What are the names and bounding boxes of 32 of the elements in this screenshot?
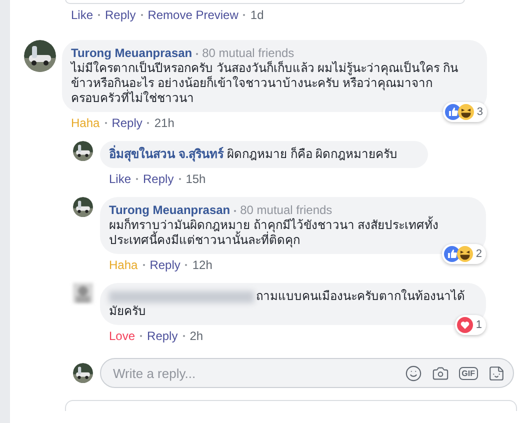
- timestamp[interactable]: 15h: [186, 172, 206, 186]
- reaction-badge[interactable]: 3: [442, 102, 487, 122]
- reaction-badge[interactable]: 1: [454, 315, 486, 335]
- action-link[interactable]: Reply: [150, 258, 180, 272]
- action-link[interactable]: Reply: [112, 116, 142, 130]
- mutual-friends: 80 mutual friends: [196, 46, 294, 61]
- gif-button[interactable]: GIF: [458, 366, 478, 380]
- reply-field[interactable]: Write a reply... GIF: [100, 358, 514, 388]
- author-name[interactable]: อิ่มสุขในสวน จ.สุรินทร์: [109, 147, 224, 161]
- author-name[interactable]: Turong Meuanprasan: [71, 46, 192, 61]
- reaction-count: 1: [476, 318, 482, 332]
- timestamp[interactable]: 21h: [154, 116, 174, 130]
- action-link[interactable]: Remove Preview: [148, 8, 238, 22]
- reaction-count: 2: [476, 246, 482, 262]
- reaction-link[interactable]: Love: [109, 329, 136, 343]
- timestamp[interactable]: 1d: [250, 8, 264, 22]
- sticker-icon[interactable]: [488, 364, 505, 382]
- action-link[interactable]: Reply: [105, 8, 136, 22]
- reaction-badge[interactable]: 2: [442, 244, 486, 264]
- reaction-count: 3: [476, 104, 483, 120]
- mutual-friends: 80 mutual friends: [234, 203, 332, 218]
- author-name[interactable]: Turong Meuanprasan: [109, 203, 230, 218]
- comment-text: ผมก็ทราบว่ามันผิดกฎหมาย ถ้าคุกมีไว้ขังชาวนา สงสัยประเทศทั้งประเทศนี้คงมีแต่ชาวนานั้นละที่ติดคุก: [109, 218, 440, 248]
- timestamp[interactable]: 2h: [190, 329, 204, 343]
- emoji-icon[interactable]: [404, 364, 422, 382]
- action-link[interactable]: Reply: [143, 172, 174, 186]
- timestamp[interactable]: 12h: [192, 258, 212, 272]
- comment-text: อิ่มสุขในสวน จ.สุรินทร์ ผิดกฎหมาย ก็คือ ผิดกฎหมายครับ: [109, 147, 399, 162]
- camera-icon[interactable]: [432, 364, 449, 382]
- action-link[interactable]: Reply: [147, 329, 178, 343]
- action-link[interactable]: Like: [71, 8, 94, 22]
- action-link[interactable]: Like: [109, 172, 132, 186]
